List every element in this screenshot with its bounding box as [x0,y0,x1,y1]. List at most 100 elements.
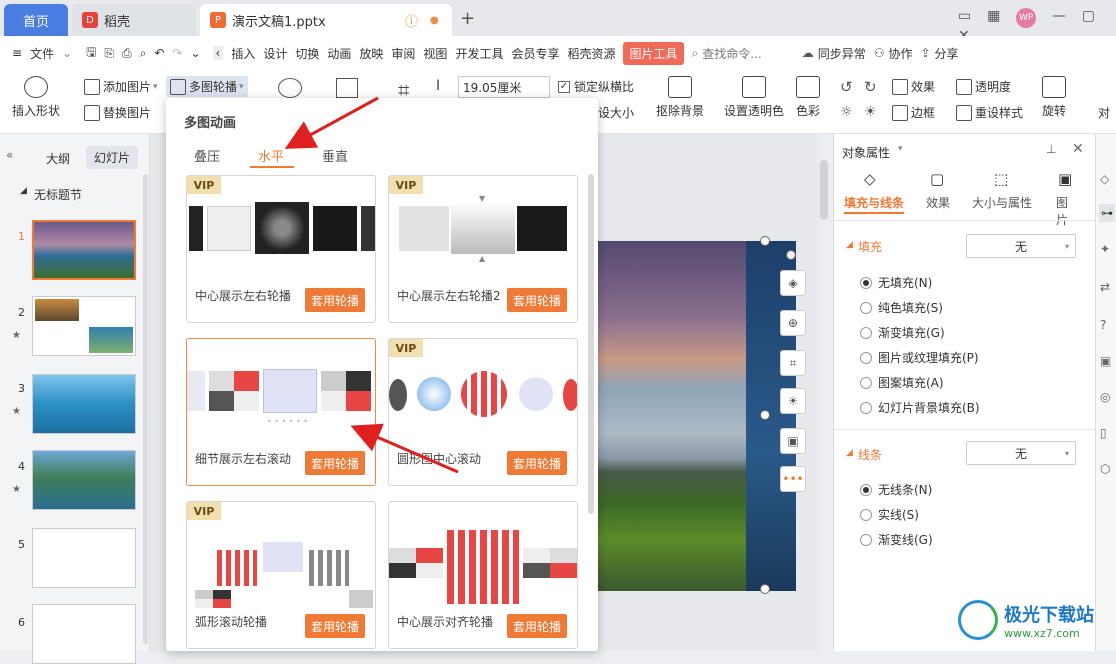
properties-icon[interactable]: ⊶ [1099,204,1115,222]
sync-status[interactable]: 同步异常 [818,45,866,62]
brightness-down-icon[interactable]: ☀ [864,104,877,120]
tab-document[interactable]: P 演示文稿1.pptx ⓘ ● [200,4,452,36]
slide-thumb-3[interactable] [32,374,136,434]
book-icon[interactable]: ▯ [1100,426,1107,440]
menu-view[interactable]: 视图 [423,45,447,62]
transition-icon[interactable]: ⇄ [1100,280,1110,294]
minimize-button[interactable]: — [1052,8,1066,24]
slide-panel-scrollbar[interactable] [143,174,148,644]
scroll-left-icon[interactable]: ‹ [212,46,224,60]
width-input[interactable]: 19.05厘米 [458,76,550,98]
apply-carousel-button[interactable]: 套用轮播 [305,614,365,638]
resize-handle[interactable] [760,584,770,594]
close-icon[interactable]: ✕ [1072,141,1084,157]
redo-icon[interactable]: ↷ [172,46,182,60]
preview-icon[interactable]: ⌕ [140,46,147,61]
avatar[interactable]: WP [1016,8,1037,28]
chevron-down-icon[interactable]: ⌄ [62,46,72,60]
resize-handle[interactable] [760,410,770,420]
zoom-in-icon[interactable]: ⊕ [780,310,806,336]
new-tab-button[interactable]: + [460,8,475,29]
section-collapse-icon[interactable]: ◢ [20,186,27,196]
resize-handle[interactable] [760,236,770,246]
picture-edit-icon[interactable]: ▣ [780,428,806,454]
carousel-card-6[interactable]: 中心展示对齐轮播 套用轮播 [388,501,578,649]
radio-solid-fill[interactable]: 纯色填充(S) [860,299,943,316]
rotate-right-icon[interactable]: ↻ [864,78,877,96]
radio-slide-bg-fill[interactable]: 幻灯片背景填充(B) [860,399,980,416]
cube-icon[interactable]: ⬡ [1100,462,1110,476]
more-icon[interactable]: ••• [780,466,806,492]
radio-pattern-fill[interactable]: 图案填充(A) [860,374,944,391]
pin-icon[interactable]: ⊥ [1046,142,1056,156]
menu-insert[interactable]: 插入 [231,45,255,62]
brightness-up-icon[interactable]: ☼ [840,104,853,120]
tab-vertical[interactable]: 垂直 [322,146,348,165]
canvas-scrollbar[interactable] [820,160,828,220]
chevron-down-icon[interactable]: ▾ [898,144,903,154]
radio-gradient-fill[interactable]: 渐变填充(G) [860,324,945,341]
menu-review[interactable]: 审阅 [391,45,415,62]
collab-button[interactable]: 协作 [888,45,912,62]
carousel-card-2[interactable]: VIP ▼ ▲ 中心展示左右轮播2 套用轮播 [388,175,578,323]
crop-shape-icon[interactable] [278,78,302,98]
resize-button[interactable]: 设大小 [598,104,634,121]
effect-button[interactable]: 效果 [892,78,935,95]
tab-effect[interactable]: 效果 [926,194,950,211]
popup-scrollbar[interactable] [588,174,594,514]
slide-thumb-4[interactable] [32,450,136,510]
apply-carousel-button[interactable]: 套用轮播 [507,451,567,475]
image-icon[interactable]: ▣ [1100,354,1111,368]
radio-no-fill[interactable]: 无填充(N) [860,274,932,291]
window-mode-icon[interactable]: ▭ [958,8,971,24]
collapse-panel-icon[interactable]: « [6,148,13,162]
save-icon[interactable]: 🖫 [86,43,96,64]
slide-thumb-5[interactable] [32,528,136,588]
add-picture-button[interactable]: 添加图片 ▾ [84,78,158,95]
menu-developer[interactable]: 开发工具 [455,45,503,62]
menu-member[interactable]: 会员专享 [511,45,559,62]
more-chevron-icon[interactable]: ⌄ [190,46,200,60]
tab-fill-line[interactable]: 填充与线条 [844,194,904,211]
rotate-left-icon[interactable]: ↺ [840,78,853,96]
radio-picture-fill[interactable]: 图片或纹理填充(P) [860,349,979,366]
maximize-button[interactable]: ▢ [1082,8,1095,24]
menu-picture-tools[interactable]: 图片工具 [623,41,684,65]
tab-docer[interactable]: D 稻壳 [72,4,196,36]
menu-animation[interactable]: 动画 [327,45,351,62]
slide-thumb-2[interactable] [32,296,136,356]
split-icon[interactable] [336,78,358,98]
insert-shape-button[interactable]: 插入形状 [12,76,60,119]
crop-float-icon[interactable]: ⌗ [780,350,806,376]
lock-ratio-checkbox[interactable]: ✓ 锁定纵横比 [558,78,634,95]
tab-picture[interactable]: 图片 [1056,194,1074,228]
line-select[interactable]: 无 ▾ [966,441,1076,465]
tab-horizontal[interactable]: 水平 [258,146,284,165]
menu-slideshow[interactable]: 放映 [359,45,383,62]
help-icon[interactable]: ? [1100,318,1106,332]
apply-carousel-button[interactable]: 套用轮播 [507,288,567,312]
export-icon[interactable]: ⎘ [104,46,114,61]
shape-tool-icon[interactable]: ◇ [1100,172,1109,186]
tab-stack[interactable]: 叠压 [194,146,220,165]
tab-size-attr[interactable]: 大小与属性 [972,194,1032,211]
collapse-line-icon[interactable]: ◢ [846,448,853,458]
set-transparent-button[interactable]: 设置透明色 [724,76,784,119]
menu-file[interactable]: 文件 [30,45,54,62]
share-button[interactable]: 分享 [935,45,959,62]
remove-bg-button[interactable]: 抠除背景 [656,76,704,119]
tab-slides[interactable]: 幻灯片 [86,146,139,169]
menu-docer-resources[interactable]: 稻壳资源 [567,45,615,62]
apply-carousel-button[interactable]: 套用轮播 [507,614,567,638]
replace-picture-button[interactable]: 替换图片 [84,104,151,121]
apply-carousel-button[interactable]: 套用轮播 [305,451,365,475]
apply-carousel-button[interactable]: 套用轮播 [305,288,365,312]
fill-select[interactable]: 无 ▾ [966,234,1076,258]
minus-handle-icon[interactable] [786,250,796,260]
radio-gradient-line[interactable]: 渐变线(G) [860,531,933,548]
slide-thumb-6[interactable] [32,604,136,664]
transparency-button[interactable]: 透明度 [956,78,1011,95]
menu-transition[interactable]: 切换 [295,45,319,62]
carousel-card-4[interactable]: VIP 圆形图中心滚动 套用轮播 [388,338,578,486]
idea-icon[interactable]: ☀ [780,388,806,414]
